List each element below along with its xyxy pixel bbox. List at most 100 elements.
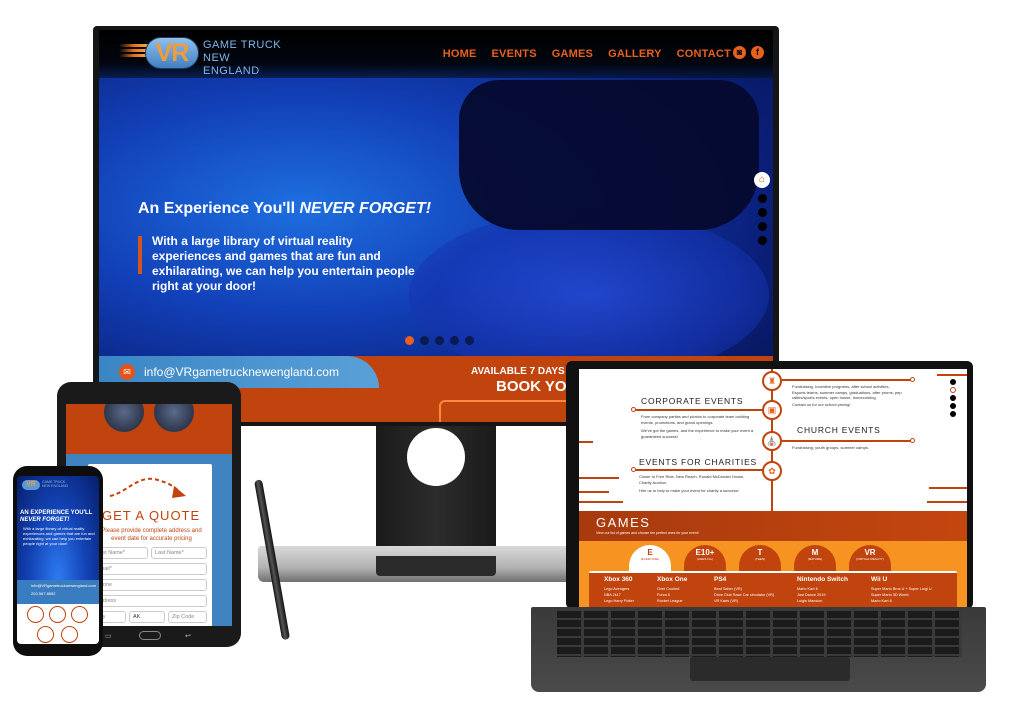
section-nav-dot[interactable] bbox=[950, 403, 956, 409]
rating-code: T bbox=[757, 548, 763, 557]
nav-games[interactable]: GAMES bbox=[552, 48, 593, 60]
keyboard-keys bbox=[557, 611, 962, 657]
section-nav-dot[interactable] bbox=[758, 236, 767, 245]
contact-email-link[interactable]: info@VRgametrucknewengland.com bbox=[144, 365, 339, 379]
games-title: GAMES bbox=[596, 515, 651, 530]
gallery-photo[interactable] bbox=[104, 404, 144, 432]
charity-events-text2: Hire us to help to make your event for c… bbox=[639, 488, 739, 493]
rating-code: M bbox=[811, 548, 819, 557]
slider-dot[interactable] bbox=[405, 336, 414, 345]
rating-label: (EVERYONE) bbox=[640, 557, 660, 561]
slider-dots bbox=[405, 336, 474, 345]
timeline-connector bbox=[782, 440, 912, 442]
section-nav-dot[interactable] bbox=[950, 379, 956, 385]
corporate-events-text: From company parties and picnics to corp… bbox=[641, 414, 750, 425]
section-nav-active[interactable] bbox=[950, 387, 956, 393]
home-button[interactable] bbox=[139, 631, 161, 640]
dashed-arrow-icon bbox=[109, 477, 186, 498]
rating-label: (MATURE) bbox=[807, 557, 823, 561]
phone-screen: VR GAME TRUCK NEW ENGLAND AN EXPERIENCE … bbox=[17, 476, 99, 644]
church-events-text: Fundraising, youth groups, summer camps. bbox=[792, 445, 869, 450]
section-nav-dot[interactable] bbox=[950, 411, 956, 417]
phone-email-link[interactable]: info@VRgametrucknewengland.com bbox=[17, 580, 99, 588]
slider-dot[interactable] bbox=[450, 336, 459, 345]
platform-wii-u: Wii U Super Mario Bros U + Super Luigi U… bbox=[871, 576, 932, 604]
hero-background-face bbox=[409, 210, 769, 380]
rating-tab-e10[interactable]: E10+ (AGES 10+) bbox=[684, 545, 726, 571]
back-icon[interactable]: ↩ bbox=[185, 632, 191, 640]
rating-label: (AGES 10+) bbox=[696, 557, 714, 561]
phone-field[interactable]: Phone bbox=[92, 579, 207, 591]
nav-events[interactable]: EVENTS bbox=[492, 48, 537, 60]
slider-dot[interactable] bbox=[420, 336, 429, 345]
section-nav-dot[interactable] bbox=[758, 194, 767, 203]
briefcase-icon[interactable] bbox=[71, 606, 88, 623]
phone-logo[interactable]: VR bbox=[22, 480, 40, 490]
church-icon[interactable]: ⛪ bbox=[762, 431, 782, 451]
platform-name: Nintendo Switch bbox=[797, 576, 848, 583]
rating-label: (VIRTUAL REALITY) bbox=[856, 557, 884, 561]
site-logo[interactable]: VR GAME TRUCK NEW ENGLAND bbox=[119, 37, 289, 77]
laptop-device: ♜ Fundraising, Incentive programs, after… bbox=[566, 361, 973, 609]
rating-tab-e[interactable]: E (EVERYONE) bbox=[629, 545, 671, 571]
quote-title: GET A QUOTE bbox=[102, 508, 201, 523]
phone-logo-name: GAME TRUCK NEW ENGLAND bbox=[42, 480, 68, 488]
instagram-icon[interactable]: ◙ bbox=[733, 46, 746, 59]
main-nav: HOME EVENTS GAMES GALLERY CONTACT bbox=[443, 48, 731, 60]
church-icon[interactable] bbox=[37, 626, 54, 643]
charity-events-title: EVENTS FOR CHARITIES bbox=[639, 457, 758, 467]
state-select[interactable]: AK bbox=[129, 611, 165, 623]
games-section: E (EVERYONE) E10+ (AGES 10+) T (TEEN) M … bbox=[579, 541, 967, 607]
phone-contact-strip: info@VRgametrucknewengland.com 203 567 8… bbox=[17, 580, 99, 604]
last-name-field[interactable]: Last Name* bbox=[151, 547, 207, 559]
timeline-dot bbox=[910, 377, 915, 382]
balloon-icon[interactable] bbox=[27, 606, 44, 623]
email-field[interactable]: Email* bbox=[92, 563, 207, 575]
logo-vr-badge: VR bbox=[145, 37, 199, 69]
recent-apps-icon[interactable]: ▭ bbox=[105, 632, 112, 640]
platform-name: PS4 bbox=[714, 576, 727, 583]
section-nav-dot[interactable] bbox=[758, 208, 767, 217]
rating-tab-m[interactable]: M (MATURE) bbox=[794, 545, 836, 571]
decoration-line bbox=[579, 501, 623, 503]
site-header: VR GAME TRUCK NEW ENGLAND HOME EVENTS GA… bbox=[99, 30, 773, 78]
slider-dot[interactable] bbox=[465, 336, 474, 345]
platform-name: Xbox One bbox=[657, 576, 688, 583]
decoration-line bbox=[927, 501, 967, 503]
section-nav-dot[interactable] bbox=[950, 395, 956, 401]
circuit-decoration bbox=[439, 400, 579, 422]
address-field[interactable]: Address bbox=[92, 595, 207, 607]
church-events-title: CHURCH EVENTS bbox=[797, 425, 881, 435]
briefcase-icon[interactable]: ▣ bbox=[762, 400, 782, 420]
games-list-panel: Xbox 360 Lego Avengers NBA 2k17 Lego Har… bbox=[589, 571, 957, 607]
rating-tab-t[interactable]: T (TEEN) bbox=[739, 545, 781, 571]
gallery-photo[interactable] bbox=[154, 404, 194, 432]
decoration-line bbox=[579, 491, 609, 493]
hero-accent-bar bbox=[138, 236, 142, 274]
nav-gallery[interactable]: GALLERY bbox=[608, 48, 662, 60]
home-icon[interactable]: ⌂ bbox=[754, 172, 770, 188]
nav-contact[interactable]: CONTACT bbox=[677, 48, 731, 60]
platform-nintendo-switch: Nintendo Switch Mario Kart 8 Just Dance … bbox=[797, 576, 848, 604]
logo-name-line1: GAME TRUCK bbox=[203, 39, 282, 51]
facebook-icon[interactable]: f bbox=[751, 46, 764, 59]
section-nav-dot[interactable] bbox=[758, 222, 767, 231]
corporate-events-title: CORPORATE EVENTS bbox=[641, 396, 744, 406]
slider-dot[interactable] bbox=[435, 336, 444, 345]
charity-icon[interactable]: ✿ bbox=[762, 461, 782, 481]
laptop-section-nav bbox=[950, 379, 956, 419]
logo-name: GAME TRUCK NEW ENGLAND bbox=[203, 39, 289, 78]
school-icon[interactable] bbox=[49, 606, 66, 623]
phone-number-link[interactable]: 203 567 8652 bbox=[17, 588, 99, 596]
rating-tab-vr[interactable]: VR (VIRTUAL REALITY) bbox=[849, 545, 891, 571]
charity-icon[interactable] bbox=[61, 626, 78, 643]
school-icon[interactable]: ♜ bbox=[762, 371, 782, 391]
zip-field[interactable]: Zip Code bbox=[168, 611, 207, 623]
nav-home[interactable]: HOME bbox=[443, 48, 477, 60]
monitor-stand-foot bbox=[376, 556, 496, 576]
school-events-text: Fundraising, Incentive programs, after s… bbox=[792, 384, 902, 400]
platform-xbox-one: Xbox One Over Cooked Forza 5 Rocket Leag… bbox=[657, 576, 687, 604]
hero-background-headset bbox=[459, 80, 759, 230]
decoration-line bbox=[937, 374, 967, 376]
rating-code: VR bbox=[864, 548, 876, 557]
